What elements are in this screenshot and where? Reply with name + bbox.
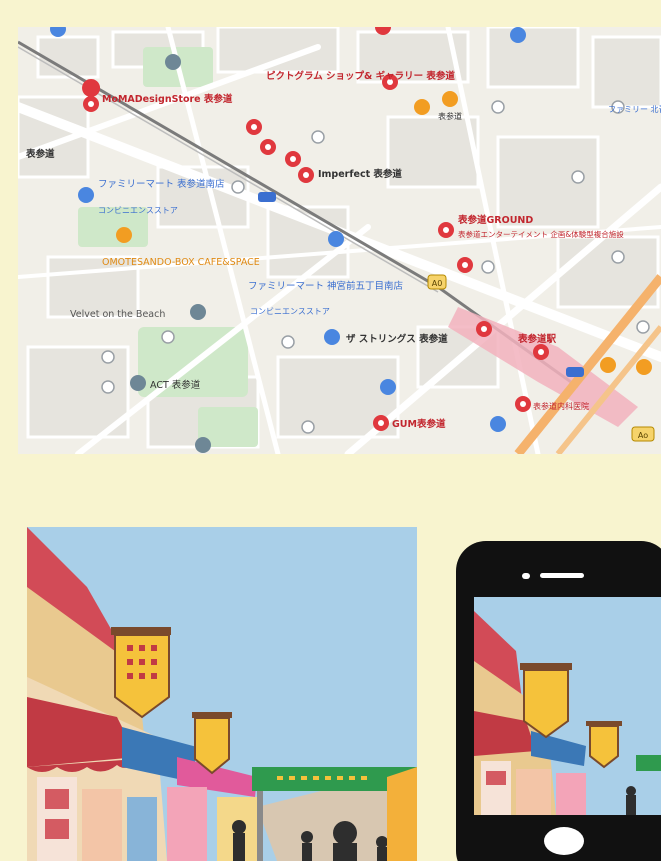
map-label: MoMADesignStore 表参道: [102, 93, 233, 105]
subway-icon: [566, 367, 584, 377]
shopping-street-illustration: [27, 527, 417, 861]
map-label: OMOTESANDO-BOX CAFE&SPACE: [102, 257, 260, 268]
map-canvas[interactable]: A0 Ao MoMADesignStore 表参道 ピクトグラム ショップ& ギ…: [18, 27, 661, 454]
map-view[interactable]: A0 Ao MoMADesignStore 表参道 ピクトグラム ショップ& ギ…: [18, 27, 661, 454]
map-label: 表参道内科医院: [533, 401, 589, 411]
map-label: コンビニエンスストア: [250, 307, 330, 316]
map-label: 表参道駅: [517, 333, 557, 345]
home-button-icon: [544, 827, 584, 855]
bus-stop-icon: [258, 192, 276, 202]
map-label: コンビニエンスストア: [98, 206, 178, 215]
map-label: ザ ストリングス 表参道: [346, 333, 448, 345]
map-label: ピクトグラム ショップ& ギャラリー 表参道: [266, 70, 455, 82]
svg-text:A0: A0: [432, 279, 443, 288]
map-label: 表参道: [438, 111, 462, 121]
map-label: ファミリーマート 表参道南店: [98, 178, 225, 190]
map-label: Imperfect 表参道: [318, 168, 402, 180]
map-label: 表参道: [25, 148, 55, 160]
svg-text:Ao: Ao: [638, 431, 648, 440]
map-label: Velvet on the Beach: [70, 309, 165, 320]
map-label: GUM表参道: [392, 418, 446, 430]
map-label: ACT 表参道: [150, 379, 201, 391]
map-label: 表参道エンターテイメント 企画&体験型複合施設: [458, 229, 624, 239]
map-label: ファミリーマート 神宮前五丁目南店: [248, 280, 403, 292]
map-label: ファミリー 北青山 コンビニエ: [608, 104, 661, 114]
smartphone-icon: [456, 541, 661, 861]
map-label: 表参道GROUND: [457, 214, 533, 226]
